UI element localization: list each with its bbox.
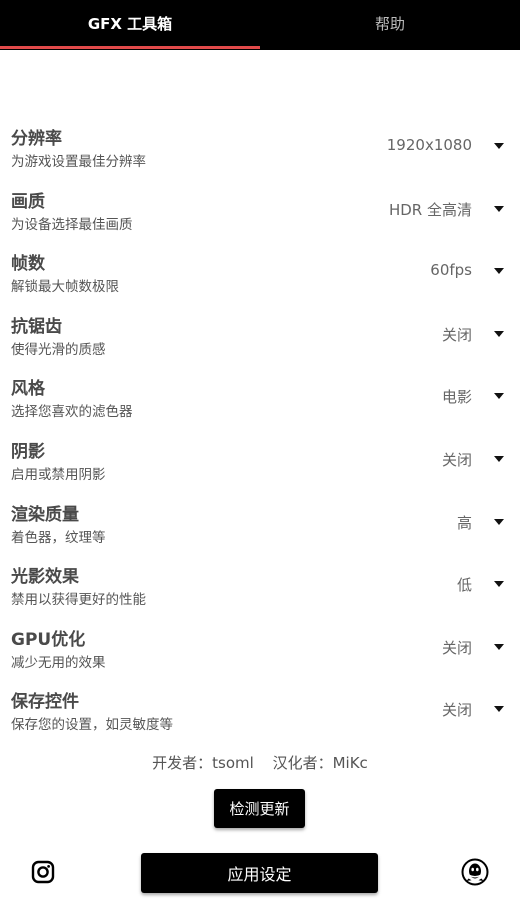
setting-value-dropdown[interactable]: 60fps xyxy=(430,261,472,279)
dropdown-arrow-icon[interactable] xyxy=(494,268,504,275)
setting-row-fps[interactable]: 帧数 解锁最大帧数极限 60fps xyxy=(0,241,520,304)
setting-subtitle: 选择您喜欢的滤色器 xyxy=(11,404,133,421)
setting-subtitle: 启用或禁用阴影 xyxy=(11,466,106,483)
setting-row-light-effects[interactable]: 光影效果 禁用以获得更好的性能 低 xyxy=(0,554,520,617)
dropdown-arrow-icon[interactable] xyxy=(494,143,504,149)
setting-row-resolution[interactable]: 分辨率 为游戏设置最佳分辨率 1920x1080 xyxy=(0,116,520,179)
apply-settings-button[interactable]: 应用设定 xyxy=(141,853,378,893)
check-update-button[interactable]: 检测更新 xyxy=(214,789,305,828)
setting-title: 分辨率 xyxy=(11,129,62,149)
instagram-icon[interactable] xyxy=(31,860,55,884)
dropdown-arrow-icon[interactable] xyxy=(494,330,504,337)
settings-list: 分辨率 为游戏设置最佳分辨率 1920x1080 画质 为设备选择最佳画质 HD… xyxy=(0,116,520,742)
setting-title: 帧数 xyxy=(11,254,45,275)
setting-row-save-controls[interactable]: 保存控件 保存您的设置，如灵敏度等 关闭 xyxy=(0,679,520,742)
setting-value-dropdown[interactable]: 低 xyxy=(457,574,472,595)
setting-title: 风格 xyxy=(11,379,45,400)
dropdown-arrow-icon[interactable] xyxy=(494,205,504,212)
setting-title: 阴影 xyxy=(11,441,45,462)
setting-row-gpu-optimization[interactable]: GPU优化 减少无用的效果 关闭 xyxy=(0,617,520,680)
setting-value-dropdown[interactable]: HDR 全高清 xyxy=(389,199,472,220)
setting-row-graphics[interactable]: 画质 为设备选择最佳画质 HDR 全高清 xyxy=(0,179,520,242)
dropdown-arrow-icon[interactable] xyxy=(494,643,504,650)
setting-subtitle: 为游戏设置最佳分辨率 xyxy=(11,154,146,170)
setting-value-dropdown[interactable]: 关闭 xyxy=(442,324,472,345)
setting-value-dropdown[interactable]: 高 xyxy=(457,512,472,533)
setting-value-dropdown[interactable]: 电影 xyxy=(442,386,472,407)
tab-bar: GFX 工具箱 帮助 xyxy=(0,0,520,50)
dropdown-arrow-icon[interactable] xyxy=(494,455,504,462)
developer-credit: 开发者：tsoml xyxy=(152,754,254,772)
setting-subtitle: 解锁最大帧数极限 xyxy=(11,279,119,296)
setting-title: 画质 xyxy=(11,191,45,212)
translator-credit: 汉化者：MiKc xyxy=(272,754,368,772)
setting-row-shadows[interactable]: 阴影 启用或禁用阴影 关闭 xyxy=(0,429,520,492)
setting-subtitle: 禁用以获得更好的性能 xyxy=(11,592,146,609)
setting-title: 保存控件 xyxy=(11,692,79,713)
setting-row-render-quality[interactable]: 渲染质量 着色器，纹理等 高 xyxy=(0,492,520,555)
credits: 开发者：tsoml 汉化者：MiKc xyxy=(0,752,520,773)
setting-subtitle: 着色器，纹理等 xyxy=(11,529,106,546)
setting-subtitle: 减少无用的效果 xyxy=(11,654,106,671)
dropdown-arrow-icon[interactable] xyxy=(494,518,504,525)
dropdown-arrow-icon[interactable] xyxy=(494,706,504,713)
setting-row-style[interactable]: 风格 选择您喜欢的滤色器 电影 xyxy=(0,366,520,429)
setting-title: GPU优化 xyxy=(11,629,86,650)
dropdown-arrow-icon[interactable] xyxy=(494,581,504,588)
setting-value-dropdown[interactable]: 关闭 xyxy=(442,449,472,470)
dropdown-arrow-icon[interactable] xyxy=(494,393,504,400)
setting-subtitle: 保存您的设置，如灵敏度等 xyxy=(11,717,173,734)
setting-title: 渲染质量 xyxy=(11,504,79,525)
setting-value-dropdown[interactable]: 1920x1080 xyxy=(387,136,472,154)
setting-subtitle: 使得光滑的质感 xyxy=(11,341,106,358)
setting-title: 光影效果 xyxy=(11,567,79,588)
qq-icon[interactable] xyxy=(461,858,489,886)
tab-gfx-tool[interactable]: GFX 工具箱 xyxy=(0,0,260,46)
tab-indicator xyxy=(0,46,260,49)
setting-title: 抗锯齿 xyxy=(11,316,62,337)
setting-row-anti-aliasing[interactable]: 抗锯齿 使得光滑的质感 关闭 xyxy=(0,304,520,367)
setting-subtitle: 为设备选择最佳画质 xyxy=(11,216,133,233)
setting-value-dropdown[interactable]: 关闭 xyxy=(442,699,472,720)
tab-help[interactable]: 帮助 xyxy=(260,0,520,46)
setting-value-dropdown[interactable]: 关闭 xyxy=(442,637,472,658)
